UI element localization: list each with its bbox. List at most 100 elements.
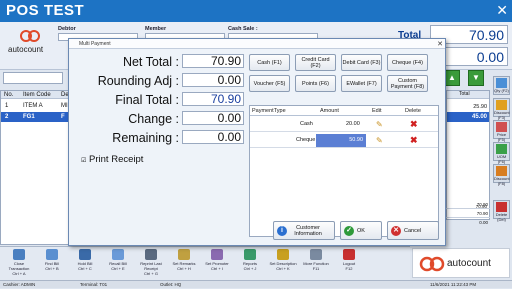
checkbox-icon: ☑ (81, 158, 87, 164)
rounding-value: 0.00 (182, 73, 244, 87)
delete-icon[interactable]: ✖ (410, 117, 418, 132)
qty-icon (496, 78, 507, 88)
more-function-icon (310, 249, 322, 260)
cash-sale-label: Cash Sale : (228, 26, 258, 32)
payment-amount: 20.00 (346, 121, 360, 127)
final-total-label: Final Total : (115, 93, 179, 107)
ewallet-button[interactable]: EWallet (F7) (341, 75, 382, 92)
change-label: Change : (128, 112, 179, 126)
final-total-value: 70.90 (182, 92, 244, 106)
recall-bill-button[interactable]: Recall Bill Ctrl + E (103, 249, 133, 279)
window-title: POS TEST (6, 2, 85, 19)
payment-table-header: PaymentType Amount Edit Delete (250, 106, 438, 116)
check-icon: ✓ (344, 225, 354, 236)
dialog-title: Multi Payment (69, 39, 445, 49)
item-discount-button[interactable]: Discount (F3) (493, 98, 510, 120)
find-icon (46, 249, 58, 260)
col-no: No. (4, 92, 14, 98)
reprint-receipt-button[interactable]: Reprint Last Receipt Ctrl + G (136, 249, 166, 279)
price-button[interactable]: Price (F5) (493, 120, 510, 142)
nav-up-button[interactable]: ▲ (444, 70, 460, 86)
row-no: 1 (5, 103, 9, 109)
set-description-button[interactable]: Set Description Ctrl + K (268, 249, 298, 279)
set-remarks-button[interactable]: Set Remarks Ctrl + H (169, 249, 199, 279)
payment-row[interactable]: Cheque 50.90 ✎ ✖ (250, 133, 438, 148)
row-total-selected: 45.00 (447, 112, 489, 122)
more-function-button[interactable]: More Function F11 (301, 249, 331, 279)
row-desc: MI (61, 103, 68, 109)
discount-icon (496, 100, 507, 110)
print-receipt-label: Print Receipt (89, 154, 144, 165)
remarks-icon (178, 249, 190, 260)
ok-button[interactable]: ✓ OK (340, 221, 382, 240)
cash-button[interactable]: Cash (F1) (249, 54, 290, 71)
voucher-button[interactable]: Voucher (F5) (249, 75, 290, 92)
reports-button[interactable]: Reports Ctrl + J (235, 249, 265, 279)
nav-down-button[interactable]: ▼ (468, 70, 484, 86)
close-transaction-icon (13, 249, 25, 260)
title-bar: POS TEST ✕ (0, 0, 512, 22)
description-icon (277, 249, 289, 260)
info-icon: i (277, 225, 287, 236)
find-bill-button[interactable]: Find Bill Ctrl + B (37, 249, 67, 279)
delete-icon[interactable]: ✖ (410, 133, 418, 148)
row-total: 25.90 (473, 104, 487, 110)
footer-logo-text: autocount (447, 258, 491, 269)
footer-logo: autocount (412, 248, 510, 278)
credit-card-button[interactable]: Credit Card (F2) (295, 54, 336, 71)
custom-payment-button[interactable]: Custom Payment (F8) (387, 75, 428, 92)
customer-information-button[interactable]: i Customer Information (273, 221, 335, 240)
multi-payment-dialog: Multi Payment ✕ Net Total : 70.90 Roundi… (68, 38, 446, 246)
close-icon[interactable]: ✕ (496, 2, 508, 19)
remaining-value: 0.00 (182, 130, 244, 144)
print-receipt-checkbox[interactable]: ☑ Print Receipt (81, 154, 143, 165)
summary-total: 70.90 (446, 209, 490, 218)
price-icon (496, 122, 507, 132)
remaining-label: Remaining : (112, 131, 179, 145)
close-transaction-button[interactable]: Close Transaction Ctrl + A (4, 249, 34, 279)
delete-button[interactable]: Delete (Del) (493, 200, 510, 222)
change-value-dialog: 0.00 (182, 111, 244, 125)
cancel-icon: ✕ (391, 225, 401, 236)
status-bar: Cashier: ADMIN Terminal: T01 Outlet: HQ … (0, 280, 512, 288)
debit-card-button[interactable]: Debit Card (F3) (341, 54, 382, 71)
logout-icon (343, 249, 355, 260)
bottom-toolbar: Close Transaction Ctrl + A Find Bill Ctrl … (0, 246, 410, 280)
cheque-button[interactable]: Cheque (F4) (387, 54, 428, 71)
dialog-close-icon[interactable]: ✕ (437, 40, 443, 48)
qty-button[interactable]: Qty (F2) (493, 76, 510, 95)
col-edit: Edit (372, 108, 382, 114)
uom-button[interactable]: UOM (F6) (493, 142, 510, 164)
scan-input[interactable] (3, 72, 63, 84)
recall-icon (112, 249, 124, 260)
col-payment-type: PaymentType (252, 108, 286, 114)
payment-table: PaymentType Amount Edit Delete Cash 20.0… (249, 105, 439, 237)
summary-change: 0.00 (479, 220, 488, 225)
edit-icon[interactable]: ✎ (376, 117, 383, 132)
payment-type: Cash (300, 121, 313, 127)
edit-icon[interactable]: ✎ (376, 133, 383, 148)
discount-button[interactable]: Discount (F8) (493, 164, 510, 186)
logout-button[interactable]: Logout F12 (334, 249, 364, 279)
delete-icon (496, 202, 507, 212)
col-total: Total (447, 91, 489, 99)
set-promoter-button[interactable]: Set Promoter Ctrl + I (202, 249, 232, 279)
member-label: Member (145, 26, 167, 32)
reports-icon (244, 249, 256, 260)
payment-amount-selected: 50.90 (316, 134, 366, 147)
hold-icon (79, 249, 91, 260)
printer-icon (145, 249, 157, 260)
net-total-label: Net Total : (122, 55, 179, 69)
rounding-label: Rounding Adj : (97, 74, 179, 88)
autocount-logo: autocount (6, 28, 58, 58)
payment-row[interactable]: Cash 20.00 ✎ ✖ (250, 117, 438, 132)
points-button[interactable]: Points (F6) (295, 75, 336, 92)
summary-subtotal: 70.90 (446, 200, 490, 209)
cancel-button[interactable]: ✕ Cancel (387, 221, 439, 240)
summary-panel: 70.90 70.90 0.00 (446, 200, 490, 244)
hold-bill-button[interactable]: Hold Bill Ctrl + C (70, 249, 100, 279)
payment-type: Cheque (296, 137, 316, 143)
row-desc: F (61, 114, 65, 120)
row-no: 2 (5, 114, 9, 120)
percent-icon (496, 166, 507, 176)
